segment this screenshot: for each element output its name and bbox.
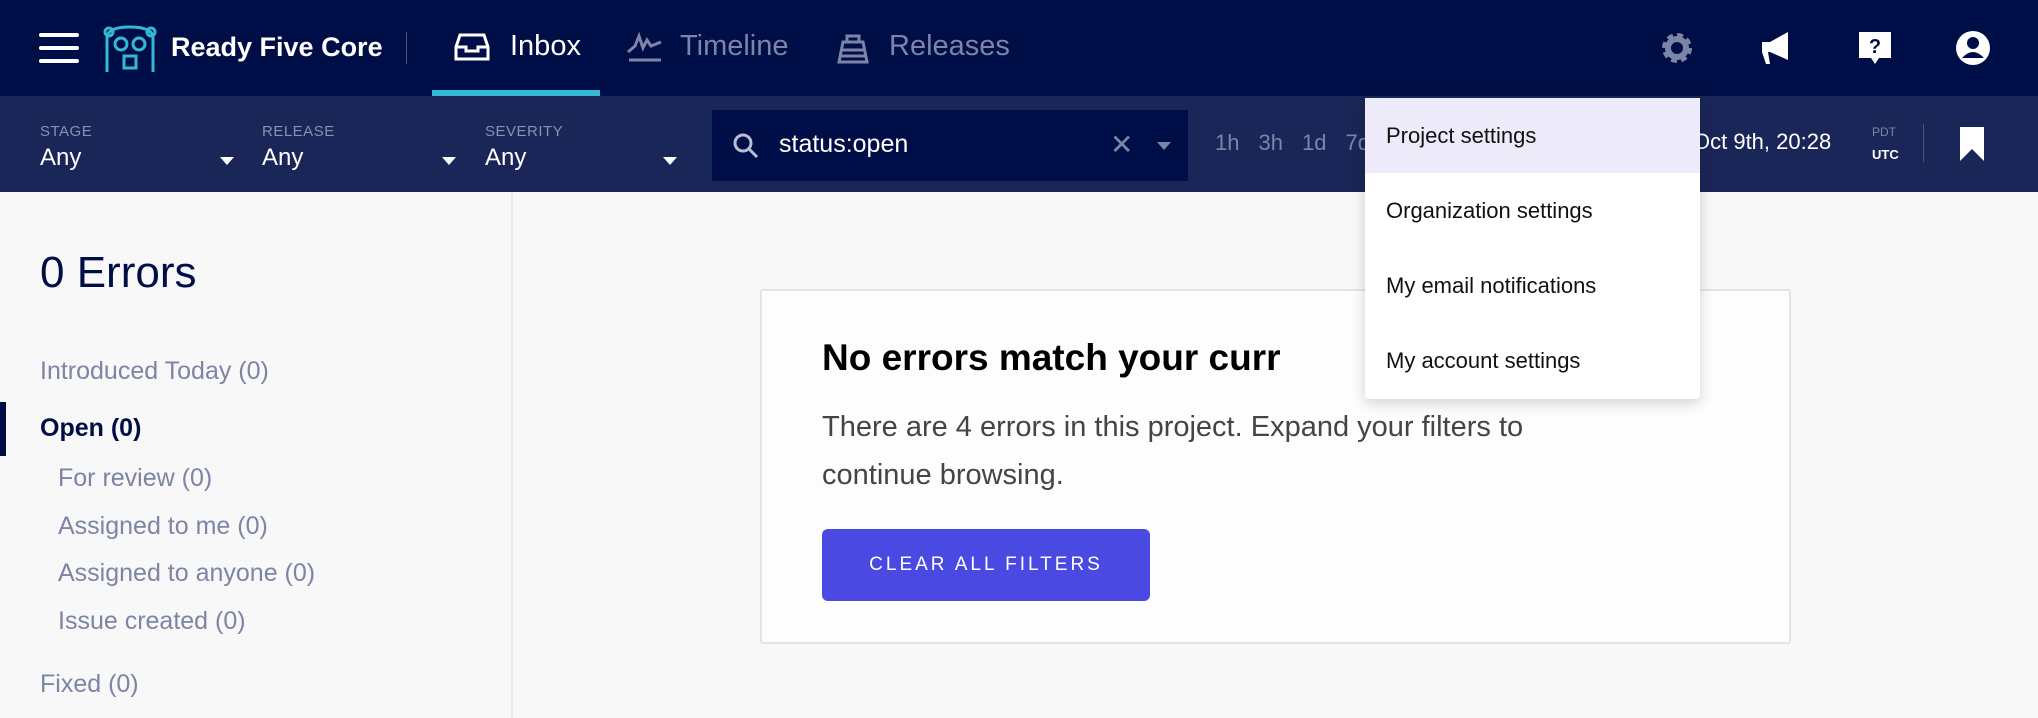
active-indicator — [0, 402, 6, 456]
sidebar-item-fixed[interactable]: Fixed (0) — [40, 670, 139, 699]
sidebar: 0 Errors Introduced Today (0) Open (0) F… — [0, 192, 513, 718]
menu-icon[interactable] — [39, 33, 79, 63]
severity-label: SEVERITY — [485, 123, 564, 140]
tab-inbox[interactable]: Inbox — [432, 0, 600, 96]
sidebar-item-issue-created[interactable]: Issue created (0) — [58, 607, 246, 636]
bookmark-icon[interactable] — [1959, 126, 1985, 162]
filter-bar: STAGE Any RELEASE Any SEVERITY Any statu… — [0, 96, 2038, 192]
menu-item-email-notifications[interactable]: My email notifications — [1365, 248, 1700, 323]
sidebar-item-introduced-today[interactable]: Introduced Today (0) — [40, 357, 269, 386]
app-name[interactable]: Ready Five Core — [171, 32, 383, 63]
date-display[interactable]: Oct 9th, 20:28 — [1693, 129, 1831, 155]
search-box[interactable]: status:open ✕ — [712, 110, 1188, 181]
tz-pdt[interactable]: PDT — [1872, 125, 1896, 139]
gopher-logo — [103, 25, 157, 72]
severity-value: Any — [485, 144, 527, 171]
time-3h[interactable]: 3h — [1258, 130, 1282, 155]
release-label: RELEASE — [262, 123, 335, 140]
tab-label: Inbox — [510, 30, 581, 62]
settings-gear-icon[interactable] — [1659, 30, 1695, 66]
releases-icon — [837, 34, 869, 64]
sidebar-item-for-review[interactable]: For review (0) — [58, 464, 212, 493]
sidebar-item-open[interactable]: Open (0) — [40, 414, 141, 443]
tab-releases[interactable]: Releases — [889, 30, 1010, 63]
menu-item-project-settings[interactable]: Project settings — [1365, 98, 1700, 173]
user-account-icon[interactable] — [1955, 30, 1991, 66]
time-range-options: 1h 3h 1d 7d — [1215, 130, 1389, 156]
tz-utc[interactable]: UTC — [1872, 147, 1899, 162]
clear-search-icon[interactable]: ✕ — [1110, 128, 1133, 161]
settings-dropdown-menu: Project settings Organization settings M… — [1365, 98, 1700, 399]
search-icon — [733, 133, 759, 159]
timeline-icon — [627, 32, 662, 62]
time-1d[interactable]: 1d — [1302, 130, 1326, 155]
empty-state-title: No errors match your curr — [822, 337, 1281, 378]
menu-item-account-settings[interactable]: My account settings — [1365, 323, 1700, 398]
tab-timeline[interactable]: Timeline — [680, 30, 789, 63]
svg-text:?: ? — [1869, 36, 1881, 58]
stage-value: Any — [40, 144, 82, 171]
release-value: Any — [262, 144, 304, 171]
divider — [1923, 124, 1924, 162]
chevron-down-icon — [442, 157, 456, 165]
megaphone-icon[interactable] — [1758, 30, 1794, 66]
chevron-down-icon — [663, 157, 677, 165]
help-icon[interactable]: ? — [1857, 30, 1893, 66]
divider — [406, 32, 407, 64]
sidebar-item-assigned-to-anyone[interactable]: Assigned to anyone (0) — [58, 559, 315, 588]
sidebar-item-assigned-to-me[interactable]: Assigned to me (0) — [58, 512, 268, 541]
empty-state-message: There are 4 errors in this project. Expa… — [822, 411, 1524, 491]
chevron-down-icon[interactable] — [1157, 142, 1171, 150]
chevron-down-icon — [220, 157, 234, 165]
search-input[interactable]: status:open — [779, 130, 908, 159]
top-navigation-bar: Ready Five Core Inbox Timeline Releases … — [0, 0, 2038, 96]
time-1h[interactable]: 1h — [1215, 130, 1239, 155]
inbox-icon — [454, 33, 490, 61]
clear-all-filters-button[interactable]: CLEAR ALL FILTERS — [822, 529, 1150, 601]
menu-item-organization-settings[interactable]: Organization settings — [1365, 173, 1700, 248]
error-count-title: 0 Errors — [40, 248, 197, 297]
stage-label: STAGE — [40, 123, 93, 140]
